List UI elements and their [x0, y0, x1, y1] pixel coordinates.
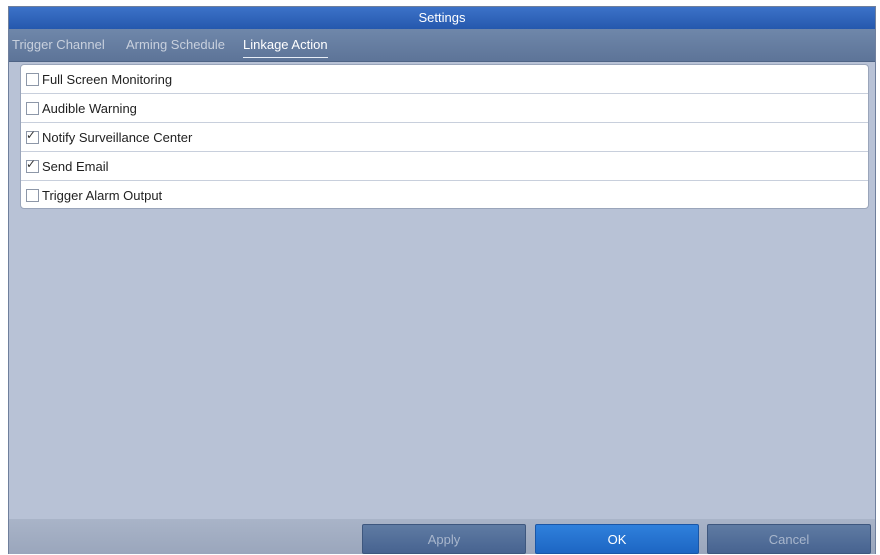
tab-arming-schedule[interactable]: Arming Schedule [126, 36, 225, 58]
checkmark-icon: ✓ [26, 156, 37, 171]
list-item-full-screen-monitoring[interactable]: Full Screen Monitoring [21, 65, 868, 94]
tab-bar: Trigger Channel Arming Schedule Linkage … [9, 29, 875, 62]
dialog-footer: Apply OK Cancel [9, 519, 875, 554]
send-email-checkbox[interactable]: ✓ [26, 156, 39, 173]
apply-button[interactable]: Apply [362, 524, 526, 554]
checkmark-icon: ✓ [26, 127, 37, 142]
cancel-button[interactable]: Cancel [707, 524, 871, 554]
tab-linkage-action[interactable]: Linkage Action [243, 36, 328, 58]
list-item-send-email[interactable]: ✓ Send Email [21, 152, 868, 181]
list-item-audible-warning[interactable]: Audible Warning [21, 94, 868, 123]
trigger-alarm-output-label: Trigger Alarm Output [42, 188, 163, 203]
trigger-alarm-output-checkbox[interactable] [26, 189, 39, 202]
list-item-notify-surveillance-center[interactable]: ✓ Notify Surveillance Center [21, 123, 868, 152]
linkage-action-list: Full Screen Monitoring Audible Warning ✓… [20, 64, 869, 209]
notify-surveillance-center-label: Notify Surveillance Center [42, 129, 193, 145]
ok-button[interactable]: OK [535, 524, 699, 554]
full-screen-monitoring-checkbox[interactable] [26, 72, 39, 86]
tab-trigger-channel[interactable]: Trigger Channel [12, 36, 105, 58]
audible-warning-label: Audible Warning [42, 100, 137, 116]
settings-dialog: Settings Trigger Channel Arming Schedule… [8, 6, 876, 554]
list-item-trigger-alarm-output[interactable]: Trigger Alarm Output [21, 181, 868, 208]
dialog-title: Settings [9, 7, 875, 29]
notify-surveillance-center-checkbox[interactable]: ✓ [26, 127, 39, 144]
send-email-label: Send Email [42, 158, 109, 174]
audible-warning-checkbox[interactable] [26, 101, 39, 115]
full-screen-monitoring-label: Full Screen Monitoring [42, 71, 173, 87]
